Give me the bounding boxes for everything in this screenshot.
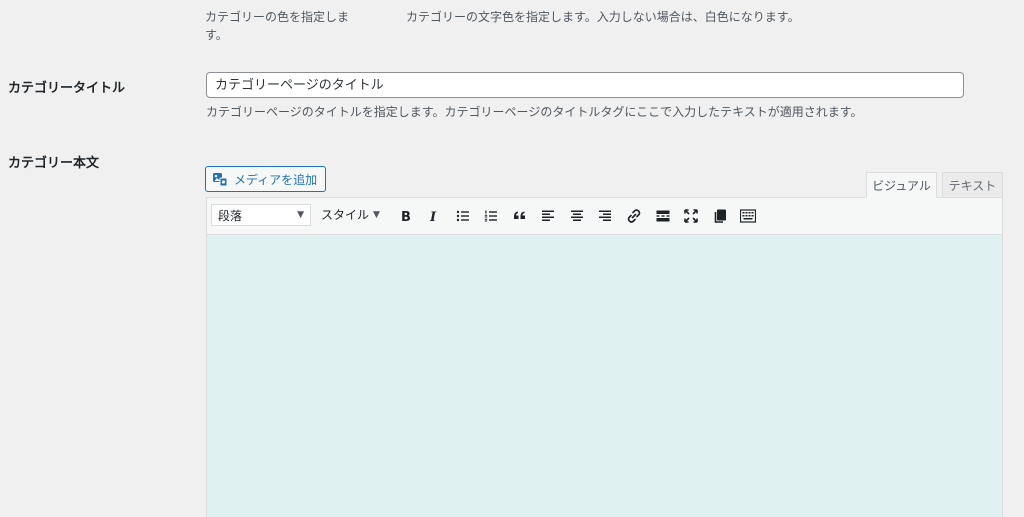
toolbar-toggle-icon [740,209,756,223]
rich-text-editor: 段落 ▼ スタイル ▼ B I [206,197,1003,517]
align-center-icon [571,210,583,221]
toolbar-toggle-button[interactable] [738,206,758,226]
numbered-list-button[interactable] [481,206,501,226]
align-left-icon [542,210,554,221]
blockquote-icon [514,211,525,219]
category-title-input[interactable] [206,72,964,98]
chevron-down-icon: ▼ [373,209,380,220]
category-title-label: カテゴリータイトル [8,81,126,96]
add-media-icon [212,171,228,187]
style-menu-button[interactable]: スタイル ▼ [321,206,380,223]
read-more-button[interactable] [653,206,673,226]
numbered-list-icon [484,210,497,222]
category-body-label: カテゴリー本文 [8,156,100,171]
blockquote-button[interactable] [510,206,530,226]
editor-toolbar: 段落 ▼ スタイル ▼ B I [207,198,1002,235]
italic-button[interactable]: I [424,206,444,226]
link-icon [627,209,641,223]
style-menu-label: スタイル [321,208,370,222]
fullscreen-icon [684,209,698,223]
add-media-label: メディアを追加 [234,172,318,187]
paste-icon [714,209,726,223]
editor-content-area[interactable] [207,235,1002,517]
format-select[interactable]: 段落 ▼ [211,204,311,226]
align-right-icon [599,210,611,221]
chevron-down-icon: ▼ [297,210,304,220]
tab-visual[interactable]: ビジュアル [866,172,937,198]
add-media-button[interactable]: メディアを追加 [205,166,327,192]
align-left-button[interactable] [538,206,558,226]
text-color-description: カテゴリーの文字色を指定します。入力しない場合は、白色になります。 [406,10,800,24]
read-more-icon [656,210,670,222]
align-center-button[interactable] [567,206,587,226]
paste-button[interactable] [710,206,730,226]
link-button[interactable] [624,206,644,226]
fullscreen-button[interactable] [681,206,701,226]
category-title-description: カテゴリーページのタイトルを指定します。カテゴリーページのタイトルタグにここで入… [206,105,863,119]
svg-text:B: B [401,210,411,223]
bullet-list-button[interactable] [453,206,473,226]
bold-button[interactable]: B [396,206,416,226]
italic-icon: I [429,210,437,223]
tab-text[interactable]: テキスト [942,172,1003,198]
align-right-button[interactable] [595,206,615,226]
bullet-list-icon [456,210,469,222]
svg-text:I: I [429,210,437,223]
bg-color-description: カテゴリーの色を指定します。 [205,10,350,42]
bold-icon: B [401,210,411,223]
format-select-value: 段落 [218,208,243,223]
